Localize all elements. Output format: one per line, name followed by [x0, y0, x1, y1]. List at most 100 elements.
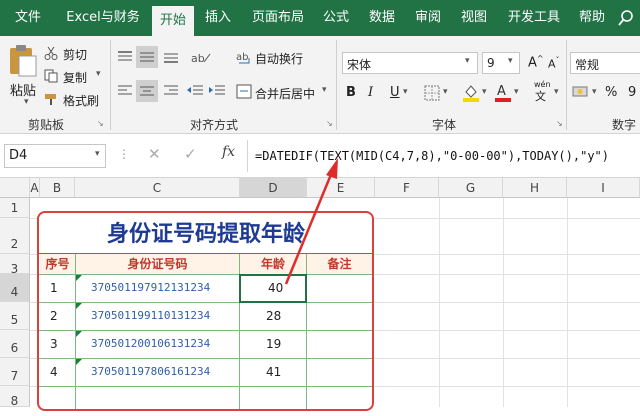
font-size-select[interactable]: 9 ▾ — [482, 52, 520, 74]
select-all-corner[interactable] — [0, 178, 30, 198]
tab-page-layout[interactable]: 页面布局 — [246, 0, 310, 36]
name-box[interactable]: D4 — [4, 144, 106, 168]
table-cell-id[interactable]: 370501197912131234 — [91, 281, 210, 294]
column-header-f[interactable]: F — [375, 178, 439, 198]
align-bottom-icon[interactable] — [162, 50, 180, 67]
format-painter-button[interactable]: 格式刷 — [63, 92, 99, 109]
font-color-icon[interactable]: A — [494, 82, 512, 105]
align-left-icon[interactable] — [116, 84, 134, 101]
align-top-icon[interactable] — [116, 50, 134, 67]
tab-home[interactable]: 开始 — [152, 6, 194, 36]
row-header-4[interactable]: 4 — [0, 274, 30, 302]
paste-icon[interactable] — [8, 44, 38, 81]
table-cell-age[interactable]: 41 — [266, 365, 281, 379]
header-age[interactable]: 年龄 — [240, 254, 306, 274]
copy-button[interactable]: 复制 — [63, 69, 87, 86]
table-cell-index[interactable]: 3 — [50, 337, 58, 351]
increase-font-icon[interactable]: A^ — [528, 54, 544, 70]
phonetic-icon[interactable]: wén 文 — [532, 80, 554, 104]
tab-insert[interactable]: 插入 — [200, 0, 236, 36]
row-header-7[interactable]: 7 — [0, 358, 30, 386]
insert-function-button[interactable]: fx — [222, 144, 235, 160]
comma-button[interactable]: 9 — [628, 85, 636, 100]
tab-developer[interactable]: 开发工具 — [502, 0, 566, 36]
error-indicator-icon[interactable] — [76, 331, 82, 337]
column-header-e[interactable]: E — [307, 178, 375, 198]
dialog-launcher-icon[interactable]: ↘ — [97, 119, 104, 128]
search-icon[interactable] — [618, 9, 634, 30]
confirm-icon[interactable]: ✓ — [184, 145, 197, 163]
align-right-icon[interactable] — [162, 84, 180, 101]
chevron-down-icon[interactable]: ▾ — [96, 69, 101, 79]
bold-button[interactable]: B — [346, 85, 356, 100]
column-header-g[interactable]: G — [439, 178, 503, 198]
table-cell-index[interactable]: 4 — [50, 365, 58, 379]
table-title[interactable]: 身份证号码提取年龄 — [40, 216, 372, 248]
fill-color-icon[interactable] — [462, 82, 480, 105]
row-header-3[interactable]: 3 — [0, 254, 30, 276]
error-indicator-icon[interactable] — [76, 359, 82, 365]
dialog-launcher-icon[interactable]: ↘ — [556, 119, 563, 128]
cut-button[interactable]: 剪切 — [63, 46, 87, 63]
dialog-launcher-icon[interactable]: ↘ — [326, 119, 333, 128]
formula-input[interactable]: =DATEDIF(TEXT(MID(C4,7,8),"0-00-00"),TOD… — [255, 142, 609, 170]
chevron-down-icon[interactable]: ▾ — [322, 85, 327, 95]
paste-button[interactable]: 粘贴 — [10, 80, 36, 99]
number-format-select[interactable]: 常规 — [570, 52, 640, 74]
orientation-icon[interactable]: ab — [190, 50, 212, 67]
column-header-b[interactable]: B — [40, 178, 75, 198]
table-cell-id[interactable]: 370501200106131234 — [91, 337, 210, 350]
percent-button[interactable]: % — [605, 85, 617, 100]
header-id-number[interactable]: 身份证号码 — [76, 254, 239, 274]
borders-icon[interactable] — [424, 85, 440, 104]
decrease-font-icon[interactable]: Aˇ — [548, 56, 560, 71]
underline-button[interactable]: U — [390, 85, 400, 100]
column-header-d[interactable]: D — [240, 178, 307, 198]
table-cell-age[interactable]: 28 — [266, 309, 281, 323]
cancel-icon[interactable]: ✕ — [148, 145, 161, 163]
chevron-down-icon[interactable]: ▾ — [24, 97, 29, 107]
decrease-indent-icon[interactable] — [186, 84, 204, 101]
tab-data[interactable]: 数据 — [364, 0, 400, 36]
error-indicator-icon[interactable] — [76, 275, 82, 281]
tab-formulas[interactable]: 公式 — [318, 0, 354, 36]
tab-review[interactable]: 审阅 — [410, 0, 446, 36]
error-indicator-icon[interactable] — [76, 303, 82, 309]
column-header-i[interactable]: I — [567, 178, 640, 198]
font-name-select[interactable]: 宋体 ▾ — [342, 52, 478, 74]
table-cell-age[interactable]: 19 — [266, 337, 281, 351]
table-cell-id[interactable]: 370501199110131234 — [91, 309, 210, 322]
resize-handle-icon[interactable]: ⋮ — [118, 147, 130, 161]
currency-icon[interactable] — [572, 84, 592, 103]
chevron-down-icon[interactable]: ▾ — [482, 87, 487, 97]
chevron-down-icon[interactable]: ▾ — [403, 87, 408, 97]
wrap-text-button[interactable]: 自动换行 — [255, 50, 303, 67]
chevron-down-icon[interactable]: ▾ — [514, 87, 519, 97]
tab-view[interactable]: 视图 — [456, 0, 492, 36]
row-header-1[interactable]: 1 — [0, 198, 30, 218]
italic-button[interactable]: I — [368, 85, 373, 100]
row-header-8[interactable]: 8 — [0, 386, 30, 408]
header-remark[interactable]: 备注 — [307, 254, 372, 274]
tab-excel-finance[interactable]: Excel与财务 — [62, 0, 144, 36]
column-header-a[interactable]: A — [30, 178, 40, 198]
merge-center-button[interactable]: 合并后居中 — [255, 85, 315, 102]
column-header-h[interactable]: H — [503, 178, 567, 198]
row-header-6[interactable]: 6 — [0, 330, 30, 358]
tab-file[interactable]: 文件 — [6, 0, 50, 36]
row-header-2[interactable]: 2 — [0, 218, 30, 254]
chevron-down-icon[interactable]: ▾ — [554, 87, 559, 97]
column-header-c[interactable]: C — [75, 178, 240, 198]
tab-help[interactable]: 帮助 — [574, 0, 610, 36]
chevron-down-icon[interactable]: ▾ — [95, 149, 100, 159]
table-cell-index[interactable]: 1 — [50, 281, 58, 295]
align-center-icon[interactable] — [136, 80, 158, 102]
table-cell-id[interactable]: 370501197806161234 — [91, 365, 210, 378]
chevron-down-icon[interactable]: ▾ — [443, 87, 448, 97]
table-cell-index[interactable]: 2 — [50, 309, 58, 323]
row-header-5[interactable]: 5 — [0, 302, 30, 330]
align-middle-icon[interactable] — [136, 46, 158, 68]
increase-indent-icon[interactable] — [208, 84, 226, 101]
header-index[interactable]: 序号 — [40, 254, 75, 274]
chevron-down-icon[interactable]: ▾ — [592, 87, 597, 97]
